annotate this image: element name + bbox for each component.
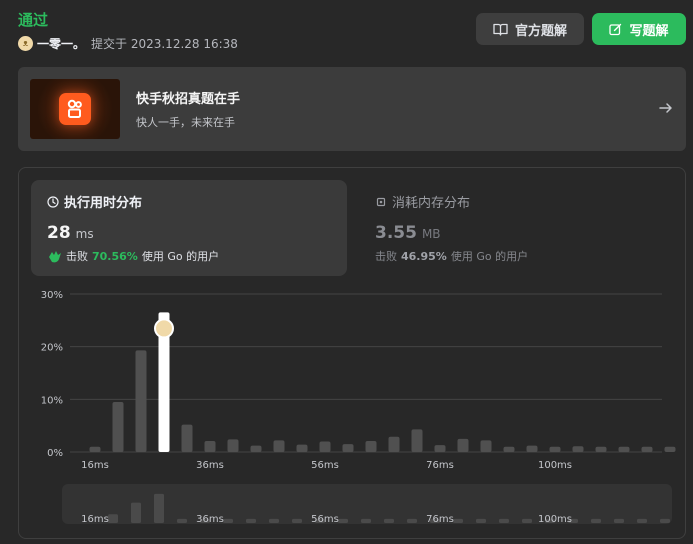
- bar[interactable]: [618, 446, 630, 452]
- bar[interactable]: [227, 439, 239, 452]
- x-tick-label: 76ms: [426, 460, 454, 471]
- bar[interactable]: [204, 440, 216, 452]
- overview-bar: [269, 518, 279, 523]
- overview-x-tick-label: 16ms: [81, 514, 109, 525]
- bar[interactable]: [480, 440, 492, 452]
- user-marker-avatar: [154, 318, 174, 339]
- x-tick-label: 16ms: [81, 460, 109, 471]
- overview-bar: [223, 518, 233, 523]
- overview-bar: [154, 493, 164, 523]
- bar[interactable]: [342, 444, 354, 452]
- bar[interactable]: [503, 446, 515, 452]
- x-tick-label: 100ms: [538, 460, 572, 471]
- y-tick-label: 20%: [41, 343, 63, 354]
- overview-bar: [660, 518, 670, 523]
- overview-bar: [177, 518, 187, 523]
- bar[interactable]: [549, 446, 561, 452]
- overview-bar: [614, 518, 624, 523]
- y-tick-label: 30%: [41, 290, 63, 301]
- y-tick-label: 10%: [41, 395, 63, 406]
- overview-bar: [338, 518, 348, 523]
- x-tick-label: 56ms: [311, 460, 339, 471]
- bar[interactable]: [664, 446, 676, 452]
- bar[interactable]: [457, 438, 469, 452]
- bar[interactable]: [526, 445, 538, 452]
- overview-brush[interactable]: [62, 484, 672, 524]
- y-tick-label: 0%: [47, 448, 63, 459]
- overview-bar: [292, 518, 302, 523]
- bar[interactable]: [365, 440, 377, 452]
- bar[interactable]: [250, 445, 262, 452]
- bar[interactable]: [296, 444, 308, 452]
- bar[interactable]: [641, 446, 653, 452]
- x-tick-label: 36ms: [196, 460, 224, 471]
- overview-x-tick-label: 100ms: [538, 514, 572, 525]
- overview-x-tick-label: 76ms: [426, 514, 454, 525]
- runtime-distribution-chart[interactable]: 0% 10% 20% 30% 16ms 36ms 56ms 76ms 100ms 16ms 36ms…: [0, 0, 693, 544]
- bar[interactable]: [434, 445, 446, 452]
- bar[interactable]: [388, 436, 400, 452]
- bar[interactable]: [319, 441, 331, 452]
- overview-bar: [384, 518, 394, 523]
- bar[interactable]: [273, 440, 285, 452]
- overview-bar: [476, 518, 486, 523]
- overview-bar: [407, 518, 417, 523]
- overview-x-tick-label: 36ms: [196, 514, 224, 525]
- bar[interactable]: [572, 446, 584, 452]
- bar[interactable]: [89, 446, 101, 452]
- overview-bar: [637, 518, 647, 523]
- overview-bar: [453, 518, 463, 523]
- overview-bar: [591, 518, 601, 523]
- overview-bar: [246, 518, 256, 523]
- overview-bar: [522, 518, 532, 523]
- overview-bar: [499, 518, 509, 523]
- overview-x-tick-label: 56ms: [311, 514, 339, 525]
- overview-bar: [361, 518, 371, 523]
- overview-bar: [131, 502, 141, 523]
- bar[interactable]: [181, 424, 193, 452]
- bar[interactable]: [112, 401, 124, 452]
- bar[interactable]: [135, 350, 147, 452]
- overview-bar: [108, 514, 118, 523]
- bar[interactable]: [595, 446, 607, 452]
- bar[interactable]: [411, 429, 423, 452]
